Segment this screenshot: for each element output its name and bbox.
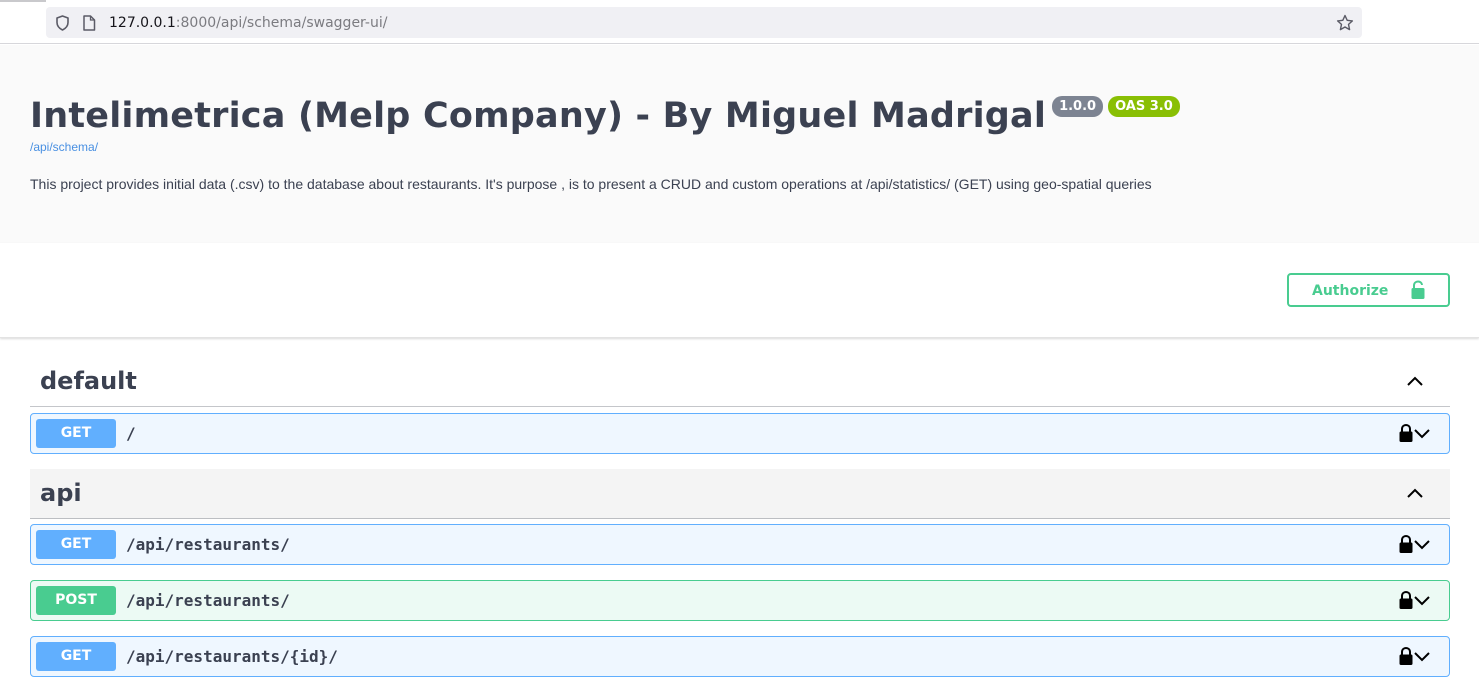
unlocked-lock-icon	[1411, 280, 1425, 299]
shield-icon[interactable]	[55, 15, 70, 31]
url-host: 127.0.0.1	[109, 15, 176, 31]
operation-path: /api/restaurants/	[126, 535, 290, 554]
chevron-down-icon[interactable]	[1413, 649, 1431, 663]
authorize-label: Authorize	[1312, 283, 1389, 299]
lock-icon[interactable]	[1398, 590, 1414, 610]
star-icon[interactable]	[1336, 14, 1354, 32]
chevron-up-icon[interactable]	[1406, 375, 1424, 387]
api-info: Intelimetrica (Melp Company) - By Miguel…	[0, 45, 1479, 243]
method-badge: GET	[36, 530, 116, 559]
schema-link[interactable]: /api/schema/	[30, 140, 98, 154]
tag-section-default[interactable]: default	[30, 357, 1450, 407]
operation-path: /api/restaurants/	[126, 591, 290, 610]
chevron-down-icon[interactable]	[1413, 593, 1431, 607]
method-badge: GET	[36, 642, 116, 671]
page-title: Intelimetrica (Melp Company) - By Miguel…	[30, 96, 1047, 136]
page-icon[interactable]	[82, 15, 96, 31]
lock-icon[interactable]	[1398, 646, 1414, 666]
chevron-up-icon[interactable]	[1406, 487, 1424, 499]
operation-get-root[interactable]: GET /	[30, 413, 1450, 454]
method-badge: POST	[36, 586, 116, 615]
operation-path: /api/restaurants/{id}/	[126, 647, 338, 666]
tab-indicator	[0, 0, 46, 2]
url-path: :8000/api/schema/swagger-ui/	[175, 15, 388, 31]
title-row: Intelimetrica (Melp Company) - By Miguel…	[30, 95, 1180, 137]
version-badge: 1.0.0	[1052, 96, 1104, 117]
tag-title: api	[40, 479, 82, 507]
url-bar[interactable]: 127.0.0.1:8000/api/schema/swagger-ui/	[46, 7, 1362, 38]
scheme-container: Authorize	[0, 243, 1479, 338]
api-description: This project provides initial data (.csv…	[30, 176, 1152, 192]
lock-icon[interactable]	[1398, 534, 1414, 554]
lock-icon[interactable]	[1398, 423, 1414, 443]
operation-get-restaurant-by-id[interactable]: GET /api/restaurants/{id}/	[30, 636, 1450, 677]
tag-section-api[interactable]: api	[30, 469, 1450, 519]
tag-title: default	[40, 367, 137, 395]
operation-post-restaurants[interactable]: POST /api/restaurants/	[30, 580, 1450, 621]
browser-toolbar: 127.0.0.1:8000/api/schema/swagger-ui/	[0, 0, 1479, 44]
method-badge: GET	[36, 419, 116, 448]
chevron-down-icon[interactable]	[1413, 426, 1431, 440]
authorize-button[interactable]: Authorize	[1287, 273, 1450, 307]
operation-path: /	[126, 424, 136, 443]
oas-badge: OAS 3.0	[1108, 96, 1180, 117]
chevron-down-icon[interactable]	[1413, 537, 1431, 551]
url-text[interactable]: 127.0.0.1:8000/api/schema/swagger-ui/	[109, 14, 387, 32]
operation-get-restaurants[interactable]: GET /api/restaurants/	[30, 524, 1450, 565]
